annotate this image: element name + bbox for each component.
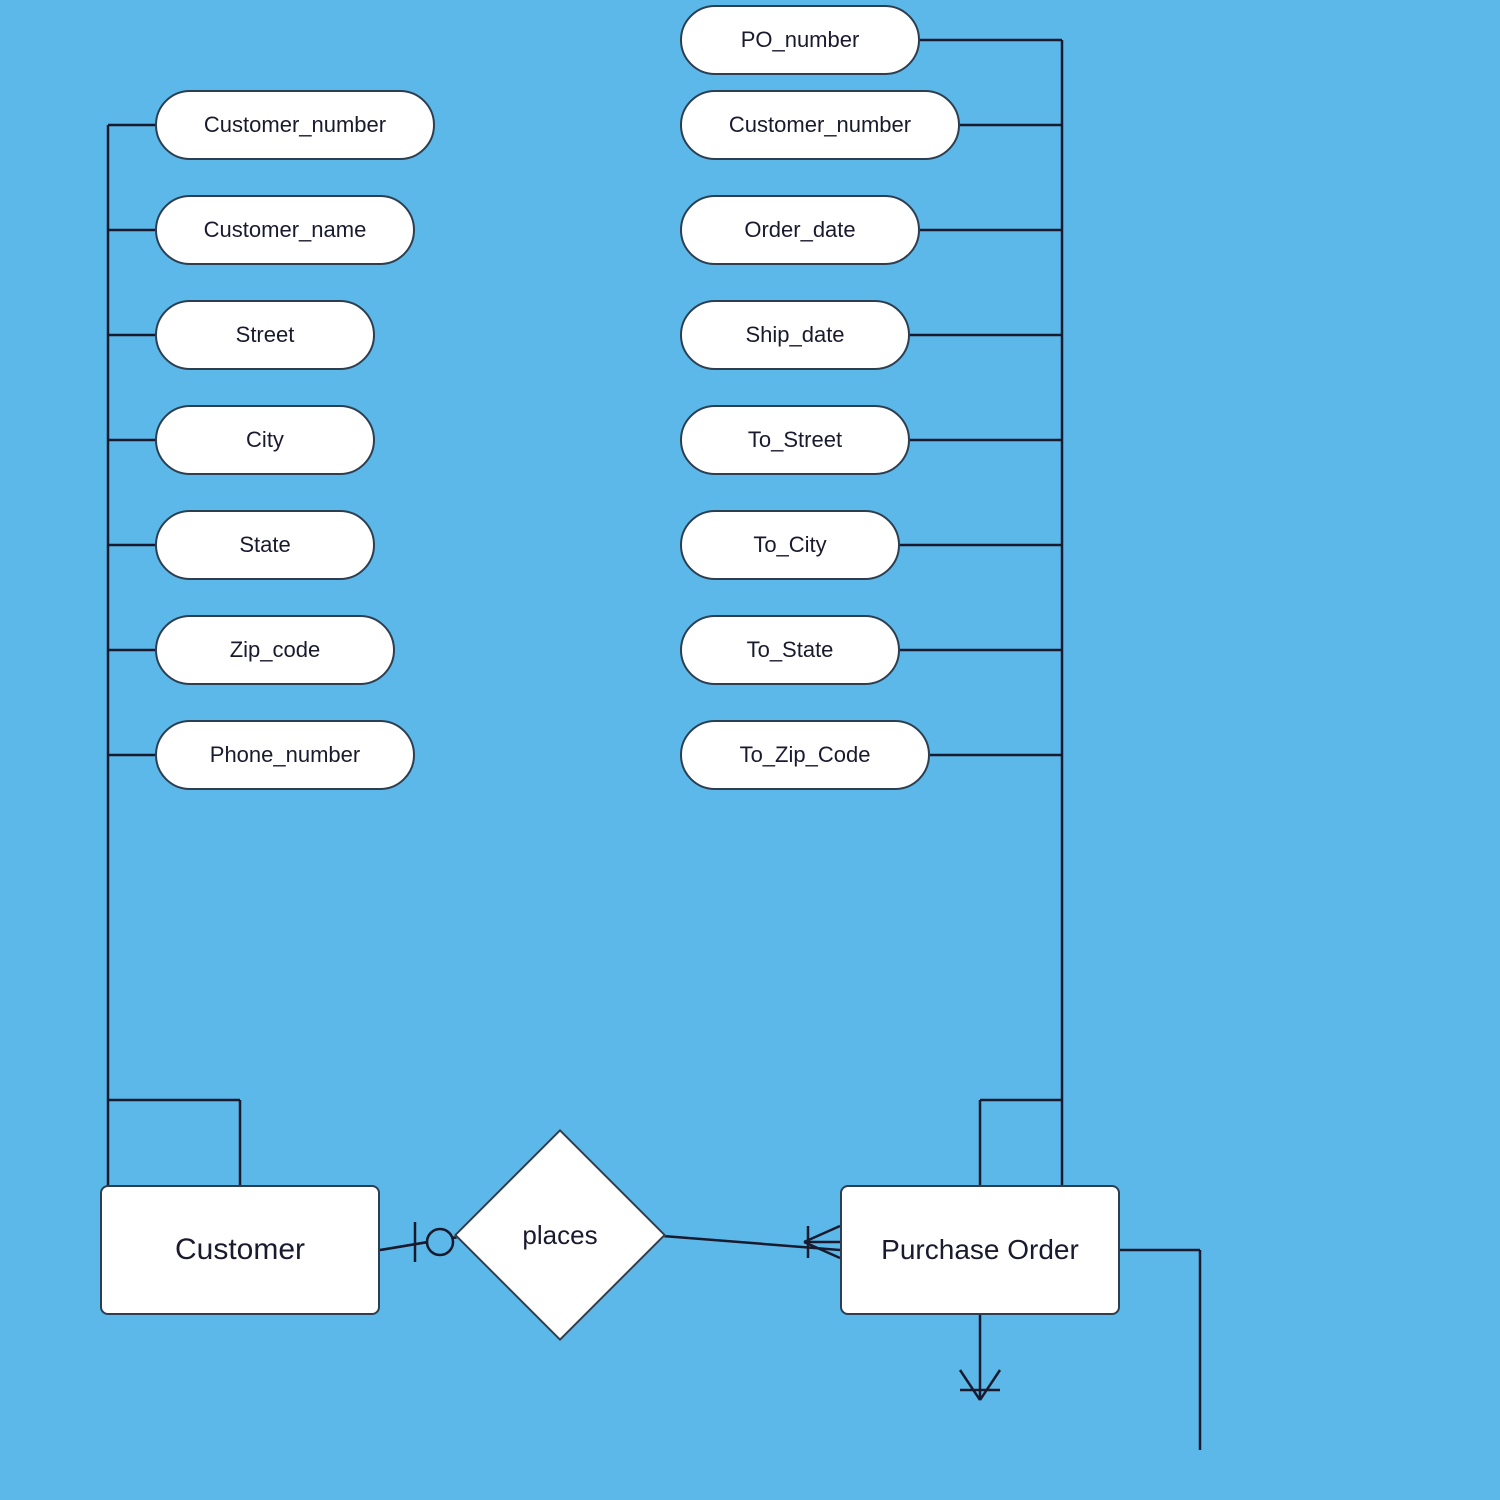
attribute-to-city: To_City	[680, 510, 900, 580]
attribute-zip-code: Zip_code	[155, 615, 395, 685]
attribute-po-number: PO_number	[680, 5, 920, 75]
entity-customer: Customer	[100, 1185, 380, 1315]
attribute-order-date: Order_date	[680, 195, 920, 265]
attribute-to-zip-code: To_Zip_Code	[680, 720, 930, 790]
attribute-street: Street	[155, 300, 375, 370]
attribute-state: State	[155, 510, 375, 580]
attribute-to-state: To_State	[680, 615, 900, 685]
attribute-ship-date: Ship_date	[680, 300, 910, 370]
attribute-city: City	[155, 405, 375, 475]
attribute-order-customer-number: Customer_number	[680, 90, 960, 160]
attribute-customer-name: Customer_name	[155, 195, 415, 265]
attribute-customer-number: Customer_number	[155, 90, 435, 160]
entity-purchase-order: Purchase Order	[840, 1185, 1120, 1315]
attribute-to-street: To_Street	[680, 405, 910, 475]
attribute-phone-number: Phone_number	[155, 720, 415, 790]
relationship-label: places	[522, 1220, 597, 1251]
diagram-container: Customer_number Customer_name Street Cit…	[0, 0, 1500, 1500]
relationship-places: places	[470, 1145, 650, 1325]
